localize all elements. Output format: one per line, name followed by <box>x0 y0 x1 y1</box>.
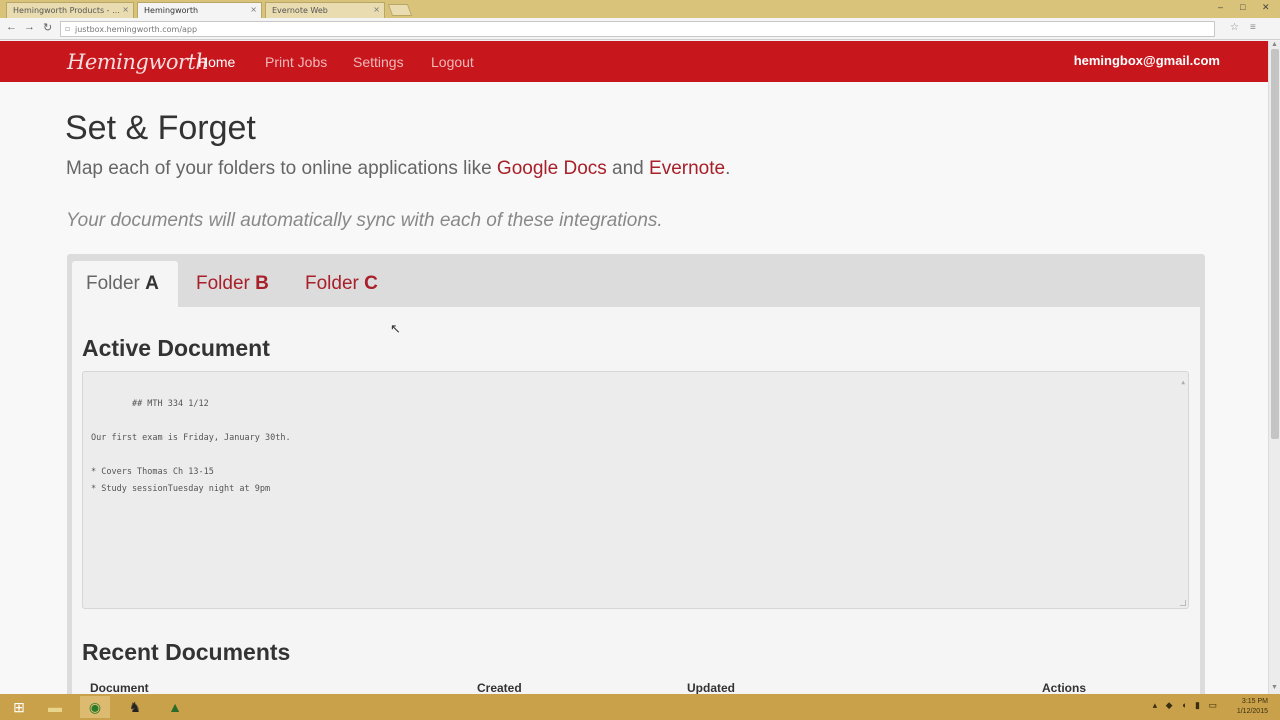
close-icon[interactable]: × <box>250 5 257 14</box>
browser-tab-label: Hemingworth Products - ... <box>13 6 120 15</box>
recent-documents-heading: Recent Documents <box>82 639 291 665</box>
close-icon[interactable]: × <box>122 5 129 14</box>
system-tray-icons[interactable]: ▴ ◆ ◖ ▮ ▭ <box>1153 700 1220 711</box>
google-docs-link[interactable]: Google Docs <box>497 158 607 179</box>
url-text: justbox.hemingworth.com/app <box>75 25 198 34</box>
minimize-icon[interactable]: – <box>1218 2 1223 12</box>
new-tab-button[interactable] <box>387 4 413 16</box>
scroll-up-icon[interactable]: ▲ <box>1181 374 1185 391</box>
column-header-updated: Updated <box>687 681 735 694</box>
folder-a-pane: Active Document ## MTH 334 1/12 Our firs… <box>72 307 1200 694</box>
mouse-cursor-icon: ↖ <box>390 321 401 336</box>
app-navbar: Hemingworth Home Print Jobs Settings Log… <box>0 41 1280 82</box>
back-icon[interactable]: ← <box>6 21 17 33</box>
nav-home[interactable]: Home <box>198 54 235 70</box>
tab-folder-a[interactable]: Folder A <box>72 261 178 307</box>
browser-tab[interactable]: Evernote Web × <box>265 2 385 18</box>
bookmark-star-icon[interactable]: ☆ <box>1230 22 1239 33</box>
scroll-up-icon[interactable]: ▲ <box>1271 41 1278 48</box>
active-document-heading: Active Document <box>82 335 270 361</box>
column-header-document: Document <box>90 681 149 694</box>
os-taskbar: ⊞ ▬ ◉ ♞ ▲ ▴ ◆ ◖ ▮ ▭ 3:15 PM 1/12/2015 <box>0 694 1280 720</box>
browser-tab[interactable]: Hemingworth Products - ... × <box>6 2 134 18</box>
folder-tabs: Folder A Folder B Folder C <box>67 254 1205 307</box>
column-header-created: Created <box>477 681 522 694</box>
chrome-icon[interactable]: ◉ <box>80 696 110 718</box>
lead-text: . <box>725 158 731 179</box>
browser-tab-label: Hemingworth <box>144 6 199 15</box>
tab-letter: B <box>255 273 269 294</box>
address-bar: ← → ↻ ▫ justbox.hemingworth.com/app ☆ ≡ <box>0 18 1280 40</box>
tab-letter: A <box>145 273 159 294</box>
page-lead: Map each of your folders to online appli… <box>66 158 730 180</box>
document-content: ## MTH 334 1/12 Our first exam is Friday… <box>91 399 291 494</box>
user-email[interactable]: hemingbox@gmail.com <box>1074 53 1220 68</box>
tab-letter: C <box>364 273 378 294</box>
active-document-textarea[interactable]: ## MTH 334 1/12 Our first exam is Friday… <box>82 371 1189 609</box>
close-icon[interactable]: × <box>373 5 380 14</box>
browser-tab-strip: Hemingworth Products - ... × Hemingworth… <box>0 0 1280 18</box>
maximize-icon[interactable]: □ <box>1240 2 1245 12</box>
column-header-actions: Actions <box>1042 681 1087 694</box>
lead-text: and <box>606 158 650 179</box>
taskbar-clock[interactable]: 3:15 PM 1/12/2015 <box>1237 697 1268 717</box>
nav-settings[interactable]: Settings <box>353 54 404 70</box>
clock-date: 1/12/2015 <box>1236 708 1268 715</box>
url-input[interactable]: ▫ justbox.hemingworth.com/app <box>60 21 1215 37</box>
windows-start-icon[interactable]: ⊞ <box>4 696 34 718</box>
resize-handle-icon[interactable] <box>1180 600 1186 606</box>
browser-tab-label: Evernote Web <box>272 6 328 15</box>
nav-print-jobs[interactable]: Print Jobs <box>265 54 327 70</box>
page-title: Set & Forget <box>65 109 256 147</box>
tab-label: Folder <box>305 273 365 294</box>
reload-icon[interactable]: ↻ <box>43 21 52 34</box>
tab-folder-b[interactable]: Folder B <box>182 261 283 307</box>
tab-folder-c[interactable]: Folder C <box>291 261 392 307</box>
clock-time: 3:15 PM <box>1241 698 1268 705</box>
page-scrollbar[interactable]: ▲ ▼ <box>1268 41 1280 694</box>
tab-label: Folder <box>196 273 256 294</box>
scroll-down-icon[interactable]: ▼ <box>1271 684 1278 691</box>
main-content: Set & Forget Map each of your folders to… <box>0 82 1268 694</box>
scroll-thumb[interactable] <box>1271 49 1279 439</box>
nav-logout[interactable]: Logout <box>431 54 474 70</box>
folder-panel: Folder A Folder B Folder C Active Docume… <box>67 254 1205 694</box>
sync-note: Your documents will automatically sync w… <box>66 210 663 231</box>
menu-icon[interactable]: ≡ <box>1250 22 1256 33</box>
forward-icon[interactable]: → <box>24 21 35 33</box>
evernote-link[interactable]: Evernote <box>649 158 725 179</box>
drive-icon[interactable]: ▲ <box>160 696 190 718</box>
browser-tab-active[interactable]: Hemingworth × <box>137 2 262 18</box>
file-explorer-icon[interactable]: ▬ <box>40 696 70 718</box>
page-icon: ▫ <box>65 24 71 33</box>
linux-app-icon[interactable]: ♞ <box>120 696 150 718</box>
tab-label: Folder <box>86 273 146 294</box>
brand-logo[interactable]: Hemingworth <box>67 50 209 74</box>
lead-text: Map each of your folders to online appli… <box>66 158 497 179</box>
window-close-icon[interactable]: ✕ <box>1262 2 1270 13</box>
